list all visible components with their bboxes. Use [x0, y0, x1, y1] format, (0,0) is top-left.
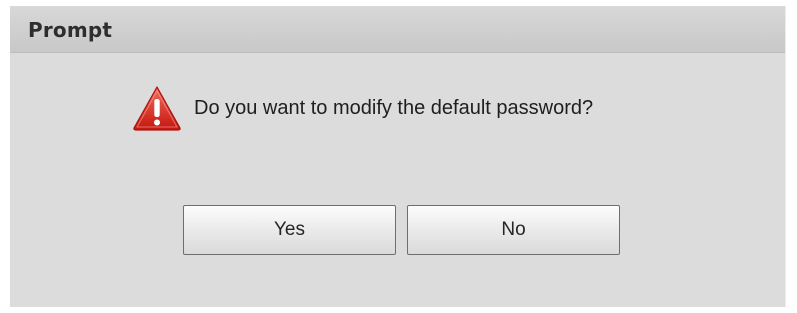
- prompt-dialog: Prompt Do you want to modify the default…: [10, 6, 786, 307]
- no-button-label: No: [501, 219, 526, 240]
- no-button[interactable]: No: [407, 205, 620, 255]
- yes-button-label: Yes: [274, 219, 305, 240]
- message-row: Do you want to modify the default passwo…: [132, 85, 594, 131]
- dialog-titlebar: Prompt: [10, 6, 785, 53]
- dialog-title: Prompt: [28, 18, 113, 42]
- dialog-message: Do you want to modify the default passwo…: [194, 96, 594, 119]
- yes-button[interactable]: Yes: [183, 205, 396, 255]
- warning-icon: [132, 85, 182, 131]
